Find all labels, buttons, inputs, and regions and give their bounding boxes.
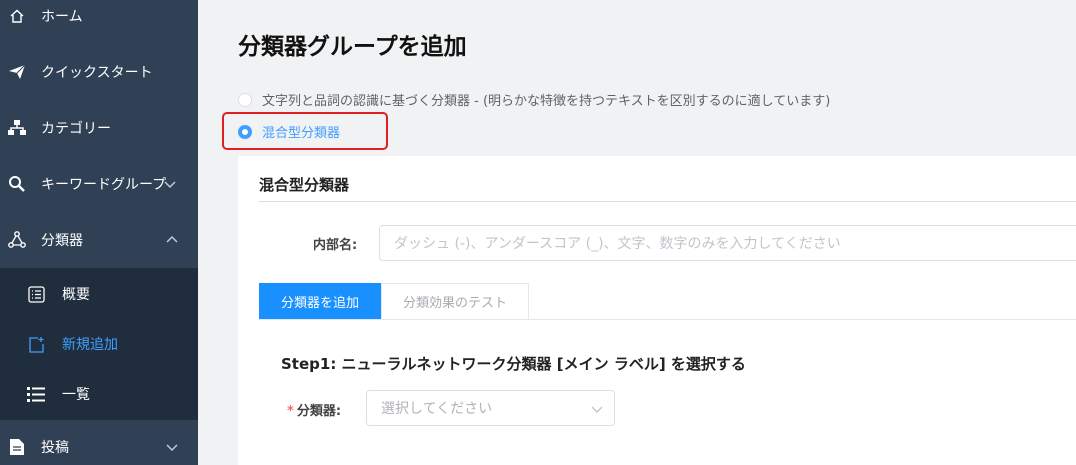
sidebar-item-label: 投稿 xyxy=(41,440,69,456)
sidebar-item-home[interactable]: ホーム xyxy=(0,0,198,44)
submenu-item-label: 一覧 xyxy=(62,387,90,403)
radio-button[interactable] xyxy=(238,92,252,107)
sidebar-item-quickstart[interactable]: クイックスタート xyxy=(0,44,198,100)
sidebar: ホーム クイックスタート カテゴリー キーワードグループ 分類器 概要 新規追加… xyxy=(0,0,198,465)
list-icon xyxy=(27,385,45,403)
tab-add-classifier[interactable]: 分類器を追加 xyxy=(259,283,382,320)
paper-plane-icon xyxy=(8,63,26,81)
sidebar-item-classifier[interactable]: 分類器 xyxy=(0,212,198,268)
tab-bar: 分類器を追加 分類効果のテスト xyxy=(259,283,530,320)
required-asterisk: * xyxy=(287,404,294,419)
submenu-item-overview[interactable]: 概要 xyxy=(0,269,198,319)
chevron-down-icon xyxy=(166,444,178,452)
internal-name-label: 内部名: xyxy=(313,238,358,253)
radio-option-string-pos-classifier[interactable]: 文字列と品詞の認識に基づく分類器 - (明らかな特徴を持つテキストを区別するのに… xyxy=(238,90,830,109)
sidebar-item-label: クイックスタート xyxy=(41,65,153,81)
sidebar-item-keyword-group[interactable]: キーワードグループ xyxy=(0,156,198,212)
page-title: 分類器グループを追加 xyxy=(238,34,467,60)
chevron-up-icon xyxy=(166,235,178,243)
classifier-select[interactable]: 選択してください xyxy=(366,390,615,426)
sidebar-item-label: 分類器 xyxy=(41,233,83,249)
sitemap-icon xyxy=(8,119,26,137)
step-title: Step1: ニューラルネットワーク分類器 [メイン ラベル] を選択する xyxy=(281,355,746,373)
submenu-item-list[interactable]: 一覧 xyxy=(0,369,198,419)
classifier-label: * 分類器: xyxy=(287,400,341,419)
submenu-item-label: 概要 xyxy=(62,287,90,303)
sidebar-item-category[interactable]: カテゴリー xyxy=(0,100,198,156)
chevron-down-icon xyxy=(164,181,176,189)
document-icon xyxy=(8,438,26,456)
sidebar-item-posts[interactable]: 投稿 xyxy=(0,419,198,465)
home-icon xyxy=(8,7,26,25)
chevron-down-icon xyxy=(591,406,603,413)
list-box-icon xyxy=(27,285,45,303)
tabs-divider xyxy=(259,319,1076,320)
tab-test-classification[interactable]: 分類効果のテスト xyxy=(381,283,530,320)
submenu-item-label: 新規追加 xyxy=(62,337,118,353)
radio-label: 文字列と品詞の認識に基づく分類器 - (明らかな特徴を持つテキストを区別するのに… xyxy=(262,94,831,109)
nodes-icon xyxy=(8,231,26,249)
key-search-icon xyxy=(8,175,26,193)
sidebar-item-label: ホーム xyxy=(41,9,83,25)
classifier-select-placeholder: 選択してください xyxy=(381,401,493,417)
submenu-item-new[interactable]: 新規追加 xyxy=(0,319,198,369)
sidebar-item-label: キーワードグループ xyxy=(41,177,167,193)
sidebar-item-label: カテゴリー xyxy=(41,121,111,137)
new-page-icon xyxy=(27,335,45,353)
internal-name-input[interactable]: ダッシュ (-)、アンダースコア (_)、文字、数字のみを入力してください xyxy=(379,225,1076,261)
card-title: 混合型分類器 xyxy=(259,176,350,194)
highlight-annotation-box xyxy=(222,112,388,150)
classifier-submenu: 概要 新規追加 一覧 xyxy=(0,268,198,420)
classifier-label-text: 分類器: xyxy=(296,404,342,419)
divider xyxy=(259,201,1076,202)
mixed-classifier-card: 混合型分類器 内部名: ダッシュ (-)、アンダースコア (_)、文字、数字のみ… xyxy=(238,156,1076,465)
